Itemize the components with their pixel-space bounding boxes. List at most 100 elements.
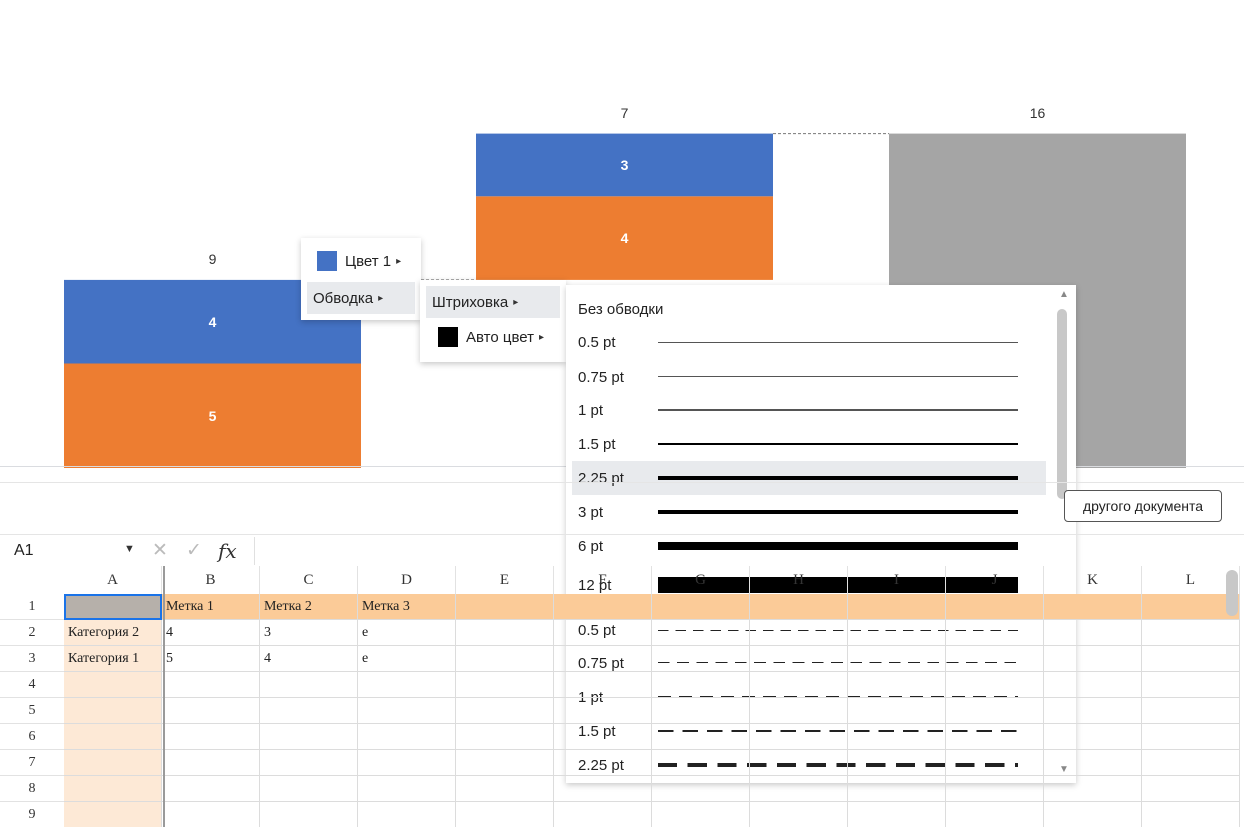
sheet-cell[interactable] (750, 672, 848, 698)
menu-item-no-outline[interactable]: Без обводки (572, 292, 1046, 326)
sheet-cell[interactable] (848, 802, 946, 827)
sheet-cell[interactable] (64, 776, 162, 802)
sheet-cell[interactable] (358, 698, 456, 724)
sheet-cell[interactable] (456, 802, 554, 827)
sheet-cell[interactable] (848, 620, 946, 646)
sheet-cell[interactable] (750, 750, 848, 776)
sheet-cell[interactable] (64, 750, 162, 776)
sheet-cell[interactable] (652, 724, 750, 750)
column-header[interactable]: K (1044, 566, 1142, 594)
row-header[interactable]: 6 (0, 724, 64, 750)
sheet-cell[interactable] (1142, 724, 1240, 750)
function-icon[interactable]: fx (218, 539, 237, 563)
sheet-cell[interactable]: Категория 1 (64, 646, 162, 672)
sheet-cell[interactable] (64, 802, 162, 827)
sheet-cell[interactable] (946, 646, 1044, 672)
sheet-cell[interactable]: 3 (260, 620, 358, 646)
sheet-cell[interactable] (750, 646, 848, 672)
sheet-cell[interactable] (456, 620, 554, 646)
confirm-check-icon[interactable]: ✓ (186, 539, 202, 562)
sheet-cell[interactable]: Метка 1 (162, 594, 260, 620)
column-header[interactable]: H (750, 566, 848, 594)
sheet-cell[interactable] (652, 802, 750, 827)
sheet-cell[interactable] (64, 724, 162, 750)
sheet-cell[interactable] (554, 672, 652, 698)
sheet-cell[interactable]: 4 (260, 646, 358, 672)
sheet-cell[interactable] (1142, 776, 1240, 802)
sheet-cell[interactable] (946, 698, 1044, 724)
row-header[interactable]: 2 (0, 620, 64, 646)
sheet-cell[interactable]: 5 (162, 646, 260, 672)
sheet-cell[interactable]: Метка 2 (260, 594, 358, 620)
sheet-cell[interactable] (162, 672, 260, 698)
sheet-cell[interactable] (652, 672, 750, 698)
sheet-cell[interactable] (64, 672, 162, 698)
sheet-cell[interactable] (554, 698, 652, 724)
scrollbar-thumb[interactable] (1057, 309, 1067, 499)
sheet-cell[interactable] (456, 594, 554, 620)
sheet-cell[interactable] (652, 594, 750, 620)
sheet-cell[interactable] (848, 698, 946, 724)
menu-item-auto-color[interactable]: Авто цвет ▸ (438, 322, 544, 352)
column-header[interactable]: G (652, 566, 750, 594)
sheet-cell[interactable] (456, 672, 554, 698)
sheet-cell[interactable] (848, 672, 946, 698)
sheet-cell[interactable] (1142, 802, 1240, 827)
column-header[interactable]: J (946, 566, 1044, 594)
sheet-cell[interactable] (848, 646, 946, 672)
spreadsheet-grid[interactable]: A B C D E F G H I J K L 1 Метка 1 Метка 2 Метка 3 2 Катег… (0, 566, 1244, 827)
sheet-cell[interactable] (162, 698, 260, 724)
column-header[interactable]: C (260, 566, 358, 594)
sheet-cell[interactable] (652, 776, 750, 802)
sheet-cell[interactable] (1044, 646, 1142, 672)
sheet-cell[interactable] (750, 698, 848, 724)
line-weight-option[interactable]: 3 pt (572, 495, 1046, 529)
sheet-cell[interactable] (358, 750, 456, 776)
sheet-cell[interactable] (554, 620, 652, 646)
sheet-cell[interactable] (652, 646, 750, 672)
sheet-cell[interactable]: Категория 2 (64, 620, 162, 646)
sheet-cell[interactable] (946, 750, 1044, 776)
sheet-cell[interactable] (358, 672, 456, 698)
sheet-cell[interactable] (946, 724, 1044, 750)
grid-scrollbar-thumb[interactable] (1226, 570, 1238, 616)
line-weight-option[interactable]: 1.5 pt (572, 427, 1046, 461)
sheet-cell[interactable] (1142, 646, 1240, 672)
sheet-cell[interactable] (750, 594, 848, 620)
sheet-cell[interactable] (358, 776, 456, 802)
menu-item-hatch[interactable]: Штриховка ▸ (426, 286, 560, 318)
sheet-cell[interactable] (1044, 672, 1142, 698)
sheet-cell[interactable] (554, 594, 652, 620)
sheet-cell[interactable] (260, 802, 358, 827)
sheet-cell[interactable] (456, 776, 554, 802)
sheet-cell[interactable] (358, 802, 456, 827)
line-weight-option[interactable]: 0.5 pt (572, 325, 1046, 359)
row-header[interactable]: 7 (0, 750, 64, 776)
sheet-cell[interactable] (260, 672, 358, 698)
sheet-cell[interactable] (456, 698, 554, 724)
sheet-cell[interactable] (1044, 698, 1142, 724)
sheet-cell[interactable] (750, 620, 848, 646)
other-document-button[interactable]: другого документа (1064, 490, 1222, 522)
sheet-cell[interactable] (652, 698, 750, 724)
row-header[interactable]: 8 (0, 776, 64, 802)
sheet-cell[interactable] (946, 594, 1044, 620)
sheet-cell[interactable] (260, 724, 358, 750)
sheet-cell[interactable] (1044, 594, 1142, 620)
line-weight-option[interactable]: 0.75 pt (572, 360, 1046, 394)
sheet-cell[interactable] (848, 724, 946, 750)
sheet-cell[interactable] (260, 698, 358, 724)
sheet-cell[interactable] (946, 672, 1044, 698)
column-header[interactable]: E (456, 566, 554, 594)
sheet-cell[interactable] (1142, 620, 1240, 646)
sheet-cell[interactable] (554, 750, 652, 776)
sheet-cell[interactable] (260, 750, 358, 776)
sheet-cell[interactable] (554, 776, 652, 802)
sheet-cell[interactable] (946, 620, 1044, 646)
line-weight-option[interactable]: 2.25 pt (572, 461, 1046, 495)
row-header[interactable]: 1 (0, 594, 64, 620)
sheet-cell[interactable] (554, 802, 652, 827)
sheet-cell[interactable] (162, 724, 260, 750)
cell-reference-box[interactable]: A1 (14, 542, 34, 560)
sheet-cell[interactable] (358, 724, 456, 750)
